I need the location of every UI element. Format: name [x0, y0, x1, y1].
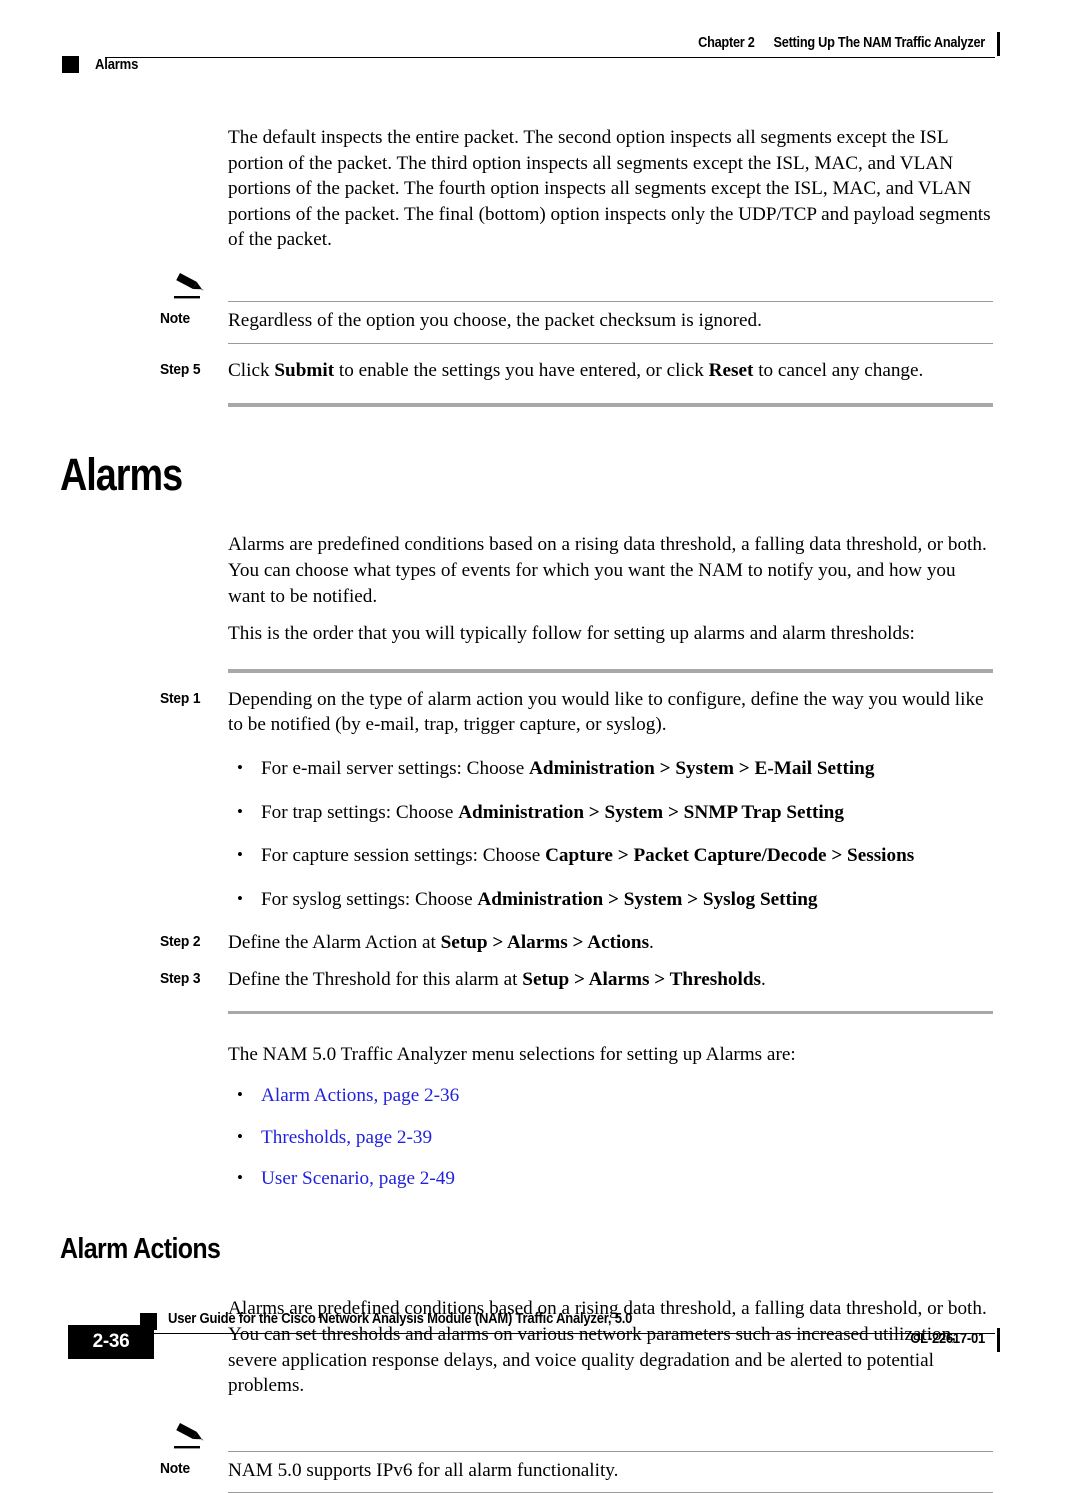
menu-path-bullet-list: For e-mail server settings: Choose Admin…	[228, 755, 1008, 913]
step-3-trail: .	[760, 968, 766, 990]
step-5-bold-reset: Reset	[708, 359, 754, 381]
step-3-path: Setup > Alarms > Thresholds	[522, 968, 761, 990]
header-change-bar	[997, 32, 1000, 56]
note-block-2: Note NAM 5.0 supports IPv6 for all alarm…	[160, 1422, 993, 1493]
footer-document-id: OL-22617-01	[910, 1331, 985, 1347]
step-row-3: Step 3 Define the Threshold for this ala…	[160, 967, 993, 993]
square-bullet-icon	[62, 56, 79, 73]
step-label-5: Step 5	[160, 360, 201, 378]
list-item: For syslog settings: Choose Administrati…	[228, 886, 1008, 913]
menu-selections-paragraph: The NAM 5.0 Traffic Analyzer menu select…	[228, 1043, 796, 1065]
intro-block: The default inspects the entire packet. …	[228, 125, 993, 253]
header-rule	[105, 57, 995, 58]
xref-link-alarm-actions[interactable]: Alarm Actions, page 2-36	[261, 1085, 459, 1106]
list-item: Alarm Actions, page 2-36	[228, 1082, 1008, 1109]
note-row-1: Note Regardless of the option you choose…	[160, 275, 993, 334]
footer-guide-title: User Guide for the Cisco Network Analysi…	[168, 1311, 633, 1327]
step-label-3: Step 3	[160, 969, 201, 987]
step-row-1: Step 1 Depending on the type of alarm ac…	[160, 687, 993, 738]
step-2-trail: .	[649, 932, 654, 954]
note-rule-top-1	[228, 300, 993, 302]
footer-page-number: 2-36	[68, 1325, 154, 1359]
note-label-1: Note	[160, 309, 190, 327]
step-2-lead: Define the Alarm Action at	[228, 932, 441, 954]
bullet-lead-1: For trap settings: Choose	[261, 801, 459, 823]
footer-rule	[140, 1333, 995, 1334]
list-item: Thresholds, page 2-39	[228, 1124, 1008, 1151]
list-item: For trap settings: Choose Administration…	[228, 799, 1008, 826]
header-running-head: Alarms	[62, 56, 143, 73]
header-running-head-label: Alarms	[95, 56, 139, 73]
note-row-2: Note NAM 5.0 supports IPv6 for all alarm…	[160, 1425, 993, 1484]
bullet-path-3: Administration > System > Syslog Setting	[477, 888, 818, 910]
step-2-path: Setup > Alarms > Actions	[440, 932, 650, 954]
list-item: For capture session settings: Choose Cap…	[228, 842, 1008, 869]
note-label-2: Note	[160, 1459, 190, 1477]
bullet-lead-0: For e-mail server settings: Choose	[261, 757, 530, 779]
note-rule-top-2	[228, 1450, 993, 1452]
step-5-bold-submit: Submit	[274, 359, 335, 381]
step-text-5: Click Submit to enable the settings you …	[228, 358, 993, 384]
step-5-text-1: Click	[228, 359, 275, 381]
bullet-path-1: Administration > System > SNMP Trap Sett…	[458, 801, 844, 823]
step-row-5: Step 5 Click Submit to enable the settin…	[160, 358, 993, 384]
list-item: For e-mail server settings: Choose Admin…	[228, 755, 1008, 782]
bullet-lead-2: For capture session settings: Choose	[261, 845, 546, 867]
procedure-start-rule	[228, 668, 993, 673]
step-row-2: Step 2 Define the Alarm Action at Setup …	[160, 930, 993, 956]
bullet-path-0: Administration > System > E-Mail Setting	[529, 757, 875, 779]
note-block-1: Note Regardless of the option you choose…	[160, 272, 993, 344]
cross-reference-list: Alarm Actions, page 2-36 Thresholds, pag…	[228, 1082, 1008, 1192]
intro-paragraph: The default inspects the entire packet. …	[228, 127, 991, 251]
bullet-lead-3: For syslog settings: Choose	[261, 888, 478, 910]
xref-link-user-scenario[interactable]: User Scenario, page 2-49	[261, 1168, 455, 1189]
page-footer: User Guide for the Cisco Network Analysi…	[0, 1287, 1080, 1397]
step-5-text-2: to enable the settings you have entered,…	[334, 359, 709, 381]
pencil-icon	[172, 1421, 208, 1451]
header-chapter-number: Chapter 2	[698, 35, 755, 51]
step-label-2: Step 2	[160, 933, 201, 951]
alarms-paragraph-2: This is the order that you will typicall…	[228, 623, 915, 645]
list-item: User Scenario, page 2-49	[228, 1165, 1008, 1192]
bullet-path-2: Capture > Packet Capture/Decode > Sessio…	[545, 845, 915, 867]
page-header: Chapter 2 Setting Up The NAM Traffic Ana…	[0, 0, 1080, 92]
header-chapter-title: Setting Up The NAM Traffic Analyzer	[773, 35, 986, 51]
pencil-icon	[172, 271, 208, 301]
note-text-1: Regardless of the option you choose, the…	[228, 309, 762, 331]
page-title-alarms: Alarms	[60, 449, 183, 501]
step-3-lead: Define the Threshold for this alarm at	[228, 968, 523, 990]
step-5-text-3: to cancel any change.	[753, 359, 924, 381]
note-text-2: NAM 5.0 supports IPv6 for all alarm func…	[228, 1459, 619, 1481]
step-text-3: Define the Threshold for this alarm at S…	[228, 967, 993, 993]
menu-selections-block: The NAM 5.0 Traffic Analyzer menu select…	[228, 1042, 993, 1068]
note-rule-bottom-1	[228, 342, 993, 344]
footer-change-bar	[997, 1328, 1000, 1352]
alarms-intro-block: Alarms are predefined conditions based o…	[228, 532, 993, 646]
section-title-alarm-actions: Alarm Actions	[60, 1232, 221, 1265]
step-text-2: Define the Alarm Action at Setup > Alarm…	[228, 930, 993, 956]
xref-link-thresholds[interactable]: Thresholds, page 2-39	[261, 1127, 432, 1148]
header-chapter-info: Chapter 2 Setting Up The NAM Traffic Ana…	[698, 35, 985, 51]
step-text-1: Depending on the type of alarm action yo…	[228, 688, 984, 736]
step-label-1: Step 1	[160, 689, 201, 707]
alarms-paragraph-1: Alarms are predefined conditions based o…	[228, 534, 987, 607]
